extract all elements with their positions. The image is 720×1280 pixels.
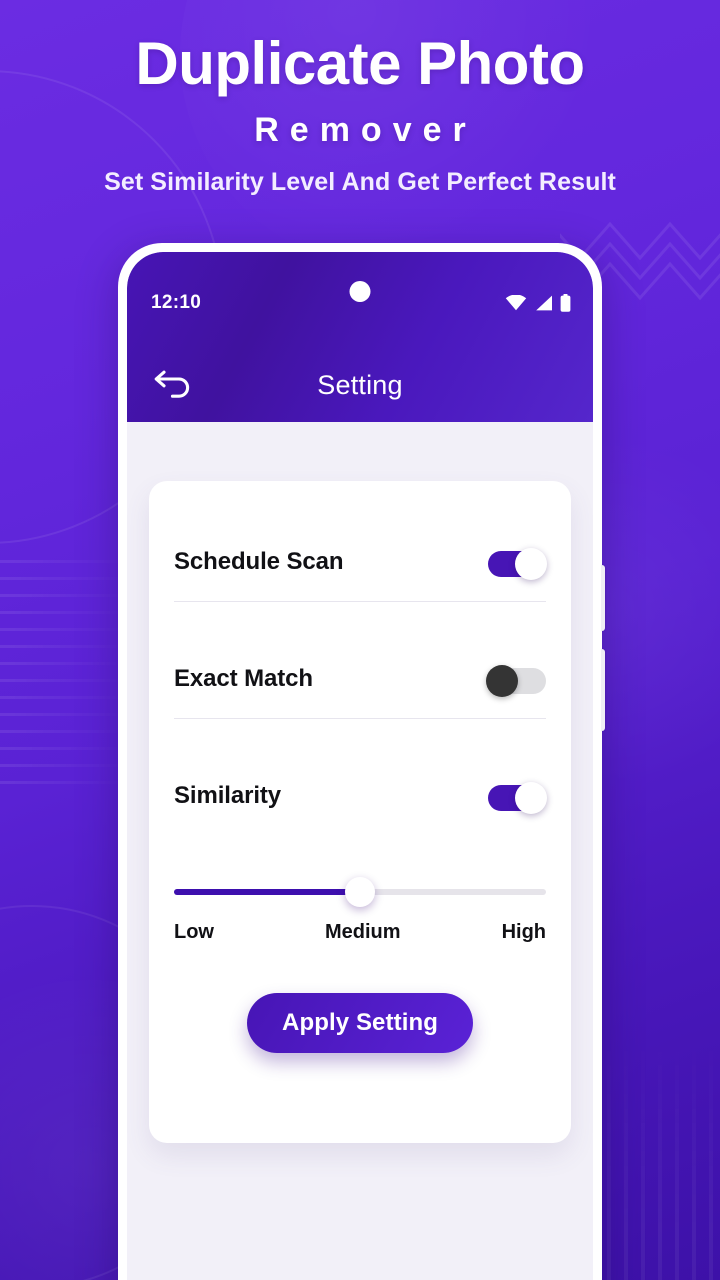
back-arrow-icon[interactable] [149, 363, 197, 407]
toggle-schedule-scan[interactable] [488, 547, 547, 580]
setting-label: Exact Match [174, 665, 313, 692]
promo-screenshot: Duplicate Photo Remover Set Similarity L… [0, 0, 720, 1280]
toggle-knob [515, 782, 547, 814]
phone-screen: 12:10 Setting Schedule Scan Exact Match … [127, 252, 593, 1280]
setting-label: Similarity [174, 782, 282, 809]
toggle-knob [515, 548, 547, 580]
toggle-exact-match[interactable] [486, 664, 546, 697]
apply-setting-button[interactable]: Apply Setting [247, 993, 473, 1053]
slider-thumb[interactable] [345, 877, 375, 907]
promo-subtitle: Remover [254, 111, 477, 149]
app-bar-row: Setting [127, 348, 593, 422]
slider-tick-medium: Medium [325, 921, 401, 943]
setting-label: Schedule Scan [174, 548, 344, 575]
phone-mockup: 12:10 Setting Schedule Scan Exact Match … [118, 243, 605, 1280]
similarity-slider[interactable] [174, 877, 546, 907]
background-blob [180, 0, 610, 270]
divider [174, 601, 546, 602]
wifi-icon [505, 295, 527, 311]
volume-button[interactable] [601, 565, 605, 631]
toggle-knob [486, 665, 518, 697]
apply-button-row: Apply Setting [149, 993, 571, 1053]
background-wave-lines [0, 560, 135, 790]
settings-card: Schedule Scan Exact Match Similarity Low… [149, 481, 571, 1143]
battery-icon [560, 294, 571, 312]
slider-tick-high: High [501, 921, 546, 943]
signal-icon [534, 295, 553, 311]
promo-title: Duplicate Photo [135, 30, 585, 97]
setting-row-exact-match[interactable]: Exact Match [174, 640, 546, 718]
status-icons [505, 294, 571, 312]
slider-tick-labels: Low Medium High [174, 921, 546, 944]
promo-headline: Duplicate Photo Remover Set Similarity L… [0, 26, 720, 197]
status-bar: 12:10 [127, 290, 593, 316]
divider [174, 718, 546, 719]
promo-tagline: Set Similarity Level And Get Perfect Res… [104, 168, 616, 196]
slider-tick-low: Low [174, 921, 214, 943]
power-button[interactable] [601, 649, 605, 731]
toggle-similarity[interactable] [488, 781, 547, 814]
setting-row-schedule-scan[interactable]: Schedule Scan [174, 523, 547, 601]
slider-fill [174, 889, 360, 895]
status-time: 12:10 [151, 292, 202, 313]
background-stripes [590, 1030, 720, 1280]
app-bar: 12:10 Setting [127, 252, 593, 422]
setting-row-similarity[interactable]: Similarity [174, 757, 547, 835]
